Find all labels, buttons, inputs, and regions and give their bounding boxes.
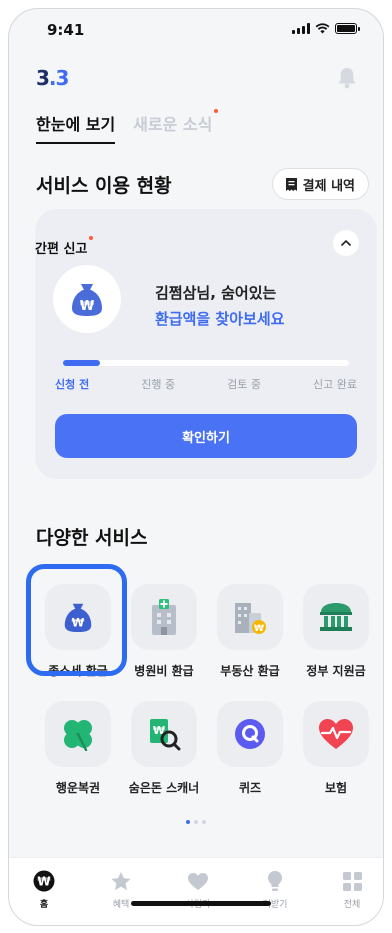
top-tabs: 한눈에 보기 새로운 소식 [36, 109, 219, 144]
nav-home[interactable]: ₩ 홈 [19, 870, 69, 910]
svg-text:₩: ₩ [254, 624, 264, 634]
service-hospital-refund[interactable]: 병원비 환급 [121, 584, 207, 679]
service-insurance[interactable]: 보험 [293, 701, 379, 796]
card-label: 간편 신고 [35, 236, 94, 257]
usage-section-title: 서비스 이용 현황 [36, 175, 172, 197]
service-real-estate-refund[interactable]: ₩ 부동산 환급 [207, 584, 293, 679]
service-income-tax-refund[interactable]: ₩ 종소세 환급 [35, 584, 121, 679]
grid-icon [342, 871, 362, 891]
quiz-icon [235, 719, 265, 749]
phone-frame: 9:41 3.3 한눈에 보기 새로운 소식 서비스 이용 현황 결제 내역 ₩… [8, 8, 384, 926]
step-before-apply: 신청 전 [55, 378, 90, 391]
home-logo-icon: ₩ [33, 870, 55, 892]
service-hidden-money-scanner[interactable]: ₩ 숨은돈 스캐너 [121, 701, 207, 796]
service-icon-box [131, 584, 197, 650]
new-indicator [214, 109, 219, 113]
progress-fill [63, 360, 101, 366]
service-label: 숨은돈 스캐너 [128, 781, 200, 795]
confirm-button[interactable]: 확인하기 [55, 414, 357, 458]
battery-icon [335, 23, 360, 34]
government-icon [320, 603, 352, 631]
page-indicator [9, 820, 383, 824]
bell-icon[interactable] [337, 67, 357, 89]
building-icon: ₩ [235, 603, 266, 634]
greeting-line-1: 김쩜삼님, 숨어있는 [155, 284, 277, 302]
nav-label: 홈 [39, 900, 49, 910]
status-time: 9:41 [47, 21, 85, 39]
clover-icon [64, 720, 92, 751]
bottom-navigation: ₩ 홈 혜택 사업자 [9, 857, 383, 925]
money-bag-icon: ₩ [72, 284, 102, 316]
step-in-progress: 진행 중 [141, 378, 176, 391]
service-label: 병원비 환급 [134, 664, 194, 678]
service-label: 정부 지원금 [306, 664, 366, 678]
service-icon-box: ₩ [217, 584, 283, 650]
service-icon-box [303, 584, 369, 650]
service-government-support[interactable]: 정부 지원금 [293, 584, 379, 679]
status-bar: 9:41 [9, 9, 383, 49]
lightbulb-icon [268, 871, 282, 891]
service-icon-box [303, 701, 369, 767]
svg-text:₩: ₩ [37, 875, 51, 889]
page-dot-active [186, 820, 190, 824]
service-label: 보험 [324, 781, 348, 795]
money-bag-icon: ₩ [64, 603, 92, 632]
chevron-up-icon [341, 240, 351, 246]
service-icon-box [217, 701, 283, 767]
hospital-icon [152, 599, 176, 635]
service-icon-box: ₩ [131, 701, 197, 767]
status-icons [292, 23, 360, 34]
step-review: 검토 중 [227, 378, 261, 391]
report-progress-bar [63, 360, 349, 366]
collapse-button[interactable] [333, 230, 359, 256]
service-icon-box: ₩ [45, 584, 111, 650]
step-complete: 신고 완료 [313, 378, 357, 391]
money-bag-avatar: ₩ [53, 265, 121, 333]
receipt-button[interactable]: 결제 내역 [271, 168, 369, 200]
receipt-icon [285, 177, 297, 191]
wifi-icon [315, 23, 330, 34]
tab-overview[interactable]: 한눈에 보기 [36, 111, 116, 144]
services-section-title: 다양한 서비스 [36, 527, 148, 549]
progress-steps: 신청 전 진행 중 검토 중 신고 완료 [55, 376, 357, 392]
receipt-label: 결제 내역 [302, 178, 355, 194]
service-icon-box [45, 701, 111, 767]
service-label: 행운복권 [55, 781, 101, 795]
service-label: 부동산 환급 [220, 664, 280, 678]
nav-label: 전체 [343, 900, 361, 910]
home-indicator[interactable] [131, 901, 271, 906]
app-logo[interactable]: 3.3 [36, 66, 69, 90]
svg-text:₩: ₩ [80, 299, 95, 314]
page-dot [194, 820, 198, 824]
greeting-line-2: 환급액을 찾아보세요 [155, 310, 285, 328]
service-label: 퀴즈 [238, 781, 262, 795]
service-label: 종소세 환급 [48, 664, 108, 678]
page-dot [202, 820, 206, 824]
svg-text:₩: ₩ [72, 616, 85, 630]
nav-all[interactable]: 전체 [327, 870, 377, 910]
star-icon [111, 871, 131, 890]
signal-icon [292, 23, 310, 34]
tab-news[interactable]: 새로운 소식 [133, 109, 219, 144]
service-lucky-lottery[interactable]: 행운복권 [35, 701, 121, 796]
scanner-icon: ₩ [150, 719, 181, 751]
service-quiz[interactable]: 퀴즈 [207, 701, 293, 796]
heart-pulse-icon [319, 719, 353, 749]
heart-icon [188, 872, 208, 890]
